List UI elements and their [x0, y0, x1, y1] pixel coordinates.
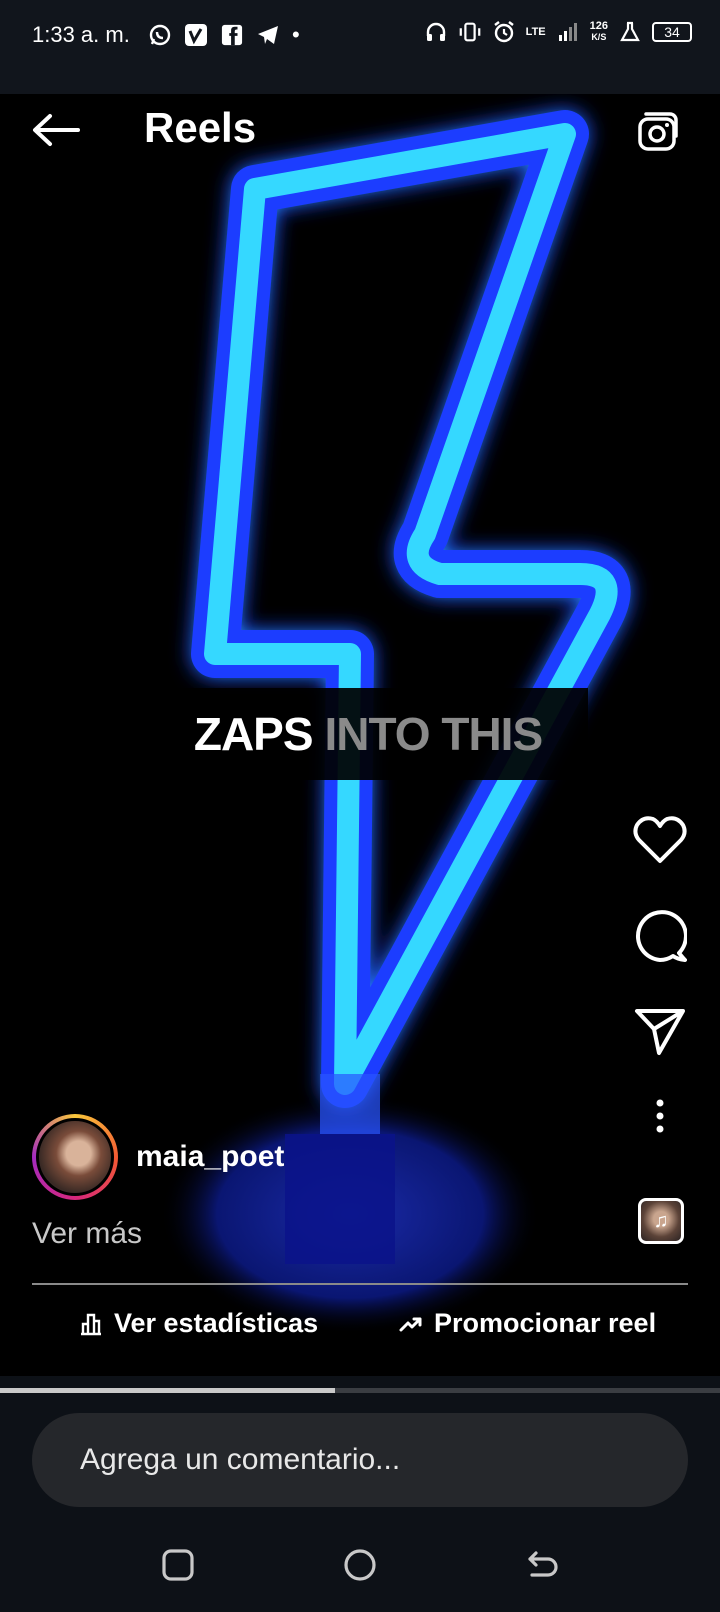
back-button[interactable]: [30, 112, 82, 148]
audio-thumbnail-button[interactable]: ♫: [638, 1198, 684, 1244]
comment-button[interactable]: [632, 908, 688, 964]
more-options-button[interactable]: [632, 1088, 688, 1144]
comment-icon: [635, 910, 687, 962]
vibrate-icon: [458, 20, 482, 44]
alarm-icon: [492, 20, 516, 44]
view-insights-button[interactable]: Ver estadísticas: [78, 1308, 318, 1339]
facebook-icon: [220, 23, 244, 47]
status-bar: 1:33 a. m. • LTE 126 K/S 34: [0, 0, 720, 94]
system-back-button[interactable]: [522, 1545, 562, 1585]
home-icon: [344, 1549, 376, 1581]
like-button[interactable]: [632, 812, 688, 868]
overlay-text-strong: ZAPS: [193, 708, 314, 760]
comment-input[interactable]: Agrega un comentario...: [32, 1413, 688, 1507]
headphones-icon: [424, 20, 448, 44]
system-icons: LTE 126 K/S 34: [424, 20, 692, 44]
author-row[interactable]: maia_poet: [32, 1112, 284, 1202]
overlay-text-dim: INTO THIS: [324, 708, 544, 760]
flask-icon: [618, 20, 642, 44]
recents-icon: [162, 1549, 194, 1581]
whatsapp-icon: [148, 23, 172, 47]
notification-icons: •: [148, 22, 300, 48]
recents-button[interactable]: [158, 1545, 198, 1585]
trend-up-icon: [399, 1317, 422, 1331]
back-arrow-icon: [33, 114, 80, 146]
more-icon: [656, 1099, 664, 1133]
camera-icon: [638, 112, 678, 151]
bar-chart-icon: [81, 1313, 101, 1335]
system-navigation-bar: [0, 1513, 720, 1612]
avatar-story-ring[interactable]: [32, 1114, 118, 1200]
vimeo-icon: [184, 23, 208, 47]
page-title: Reels: [144, 104, 257, 151]
heart-icon: [633, 816, 687, 863]
divider: [32, 1283, 688, 1285]
signal-icon: [556, 20, 580, 44]
home-button[interactable]: [340, 1545, 380, 1585]
music-icon: ♫: [653, 1209, 669, 1232]
telegram-icon: [256, 23, 280, 47]
view-insights-label: Ver estadísticas: [114, 1308, 319, 1338]
promote-reel-button[interactable]: Promocionar reel: [398, 1308, 656, 1339]
share-button[interactable]: [632, 1004, 688, 1060]
video-text-overlay: ZAPS INTO THIS: [148, 688, 588, 780]
reels-header: Reels: [0, 94, 720, 164]
network-type: LTE: [525, 25, 546, 38]
network-speed: 126 K/S: [590, 21, 608, 43]
camera-button[interactable]: [636, 106, 684, 154]
status-time: 1:33 a. m.: [32, 22, 130, 47]
send-icon: [635, 1009, 685, 1055]
network-speed-value: 126: [589, 20, 608, 32]
network-speed-unit: K/S: [591, 32, 607, 42]
back-icon: [528, 1551, 558, 1577]
see-more-link[interactable]: Ver más: [32, 1217, 142, 1251]
comment-bar: Agrega un comentario...: [0, 1393, 720, 1513]
author-username[interactable]: maia_poet: [136, 1140, 284, 1174]
avatar: [36, 1118, 114, 1196]
battery-indicator: 34: [652, 22, 692, 42]
more-notifications-dot: •: [292, 22, 300, 47]
promote-reel-label: Promocionar reel: [434, 1308, 657, 1338]
